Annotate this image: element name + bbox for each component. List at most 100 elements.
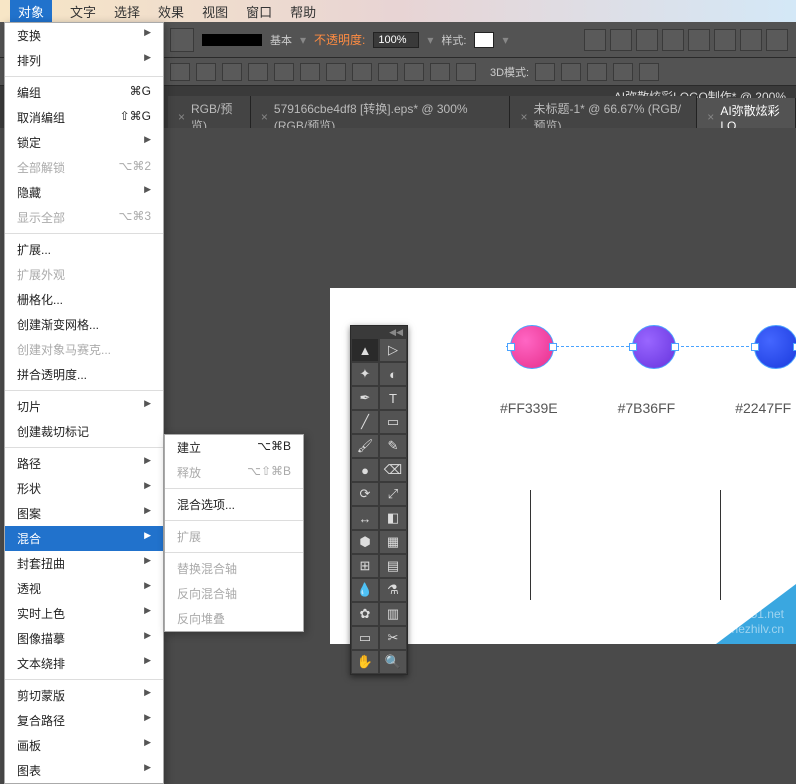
scale-tool-icon[interactable]: ⤢	[379, 482, 407, 506]
align-vcenter-icon[interactable]	[274, 63, 294, 81]
circle-object-2[interactable]	[632, 325, 676, 369]
slice-tool-icon[interactable]: ✂	[379, 626, 407, 650]
menu-effect[interactable]: 效果	[158, 2, 184, 21]
menu-select[interactable]: 选择	[114, 2, 140, 21]
3d-extrude-icon[interactable]	[535, 63, 555, 81]
tools-panel-header[interactable]: ◀◀	[351, 326, 407, 338]
menu-item[interactable]: 扩展...	[5, 237, 163, 262]
menu-item[interactable]: 形状	[5, 476, 163, 501]
menu-item[interactable]: 封套扭曲	[5, 551, 163, 576]
collapse-icon[interactable]: ◀◀	[389, 327, 403, 338]
rectangle-tool-icon[interactable]: ▭	[379, 410, 407, 434]
shape-builder-tool-icon[interactable]: ⬢	[351, 530, 379, 554]
line-tool-icon[interactable]: ╱	[351, 410, 379, 434]
symbol-sprayer-tool-icon[interactable]: ✿	[351, 602, 379, 626]
menu-item[interactable]: 复合路径	[5, 708, 163, 733]
zoom-tool-icon[interactable]: 🔍	[379, 650, 407, 674]
fill-swatch[interactable]	[170, 28, 194, 52]
grid-icon[interactable]	[714, 29, 736, 51]
stroke-style-label[interactable]: 基本	[270, 32, 292, 48]
align-hcenter-icon[interactable]	[196, 63, 216, 81]
blend-tool-icon[interactable]: ⚗	[379, 578, 407, 602]
menu-item[interactable]: 实时上色	[5, 601, 163, 626]
submenu-item[interactable]: 建立⌥⌘B	[165, 435, 303, 460]
menu-item[interactable]: 编组⌘G	[5, 80, 163, 105]
stroke-preview[interactable]	[202, 34, 262, 46]
pencil-tool-icon[interactable]: ✎	[379, 434, 407, 458]
align2-icon[interactable]	[688, 29, 710, 51]
blob-brush-tool-icon[interactable]: ●	[351, 458, 379, 482]
align-bottom-icon[interactable]	[300, 63, 320, 81]
preferences-icon[interactable]	[610, 29, 632, 51]
style-swatch[interactable]	[474, 32, 494, 48]
width-tool-icon[interactable]: ↔	[351, 506, 379, 530]
menu-item[interactable]: 画板	[5, 733, 163, 758]
circle-object-1[interactable]	[510, 325, 554, 369]
menu-item[interactable]: 透视	[5, 576, 163, 601]
menu-item[interactable]: 栅格化...	[5, 287, 163, 312]
close-icon[interactable]: ×	[261, 110, 268, 124]
menu-item[interactable]: 文本绕排	[5, 651, 163, 676]
menu-item[interactable]: 变换	[5, 23, 163, 48]
menu-item[interactable]: 图像描摹	[5, 626, 163, 651]
pathfinder-icon[interactable]	[378, 63, 398, 81]
3d-inflate-icon[interactable]	[613, 63, 633, 81]
3d-rotate-icon[interactable]	[587, 63, 607, 81]
close-icon[interactable]: ×	[707, 110, 714, 124]
eyedropper-tool-icon[interactable]: 💧	[351, 578, 379, 602]
arrange-icon[interactable]	[636, 29, 658, 51]
menu-view[interactable]: 视图	[202, 2, 228, 21]
opacity-input[interactable]	[373, 32, 419, 48]
rotate-tool-icon[interactable]: ⟳	[351, 482, 379, 506]
free-transform-tool-icon[interactable]: ◧	[379, 506, 407, 530]
gradient-tool-icon[interactable]: ▤	[379, 554, 407, 578]
distribute-v-icon[interactable]	[352, 63, 372, 81]
menu-item[interactable]: 混合	[5, 526, 163, 551]
brush-tool-icon[interactable]: 🖌	[351, 434, 379, 458]
close-icon[interactable]: ×	[520, 110, 527, 124]
menu-item[interactable]: 创建渐变网格...	[5, 312, 163, 337]
menu-item[interactable]: 排列	[5, 48, 163, 73]
menu-item[interactable]: 路径	[5, 451, 163, 476]
shape-mode-icon[interactable]	[404, 63, 424, 81]
isolate-icon[interactable]	[456, 63, 476, 81]
lasso-tool-icon[interactable]: ◐	[379, 362, 407, 386]
artboard-tool-icon[interactable]: ▭	[351, 626, 379, 650]
magic-wand-tool-icon[interactable]: ✦	[351, 362, 379, 386]
hand-tool-icon[interactable]: ✋	[351, 650, 379, 674]
align-right-icon[interactable]	[222, 63, 242, 81]
align-icon[interactable]	[662, 29, 684, 51]
align-top-icon[interactable]	[248, 63, 268, 81]
menu-item[interactable]: 隐藏	[5, 180, 163, 205]
mesh-tool-icon[interactable]: ⊞	[351, 554, 379, 578]
menu-item[interactable]: 拼合透明度...	[5, 362, 163, 387]
distribute-h-icon[interactable]	[326, 63, 346, 81]
menu-item[interactable]: 锁定	[5, 130, 163, 155]
view-icon[interactable]	[766, 29, 788, 51]
doc-setup-icon[interactable]	[584, 29, 606, 51]
menu-text[interactable]: 文字	[70, 2, 96, 21]
menu-item[interactable]: 取消编组⇧⌘G	[5, 105, 163, 130]
menu-item[interactable]: 图案	[5, 501, 163, 526]
menu-object[interactable]: 对象	[10, 0, 52, 24]
align-left-icon[interactable]	[170, 63, 190, 81]
perspective-grid-tool-icon[interactable]: ▦	[379, 530, 407, 554]
3d-materials-icon[interactable]	[639, 63, 659, 81]
3d-revolve-icon[interactable]	[561, 63, 581, 81]
transform-icon[interactable]	[430, 63, 450, 81]
menu-item[interactable]: 图表	[5, 758, 163, 783]
pen-tool-icon[interactable]: ✒	[351, 386, 379, 410]
snap-icon[interactable]	[740, 29, 762, 51]
circle-object-3[interactable]	[754, 325, 796, 369]
menu-window[interactable]: 窗口	[246, 2, 272, 21]
column-graph-tool-icon[interactable]: ▥	[379, 602, 407, 626]
type-tool-icon[interactable]: T	[379, 386, 407, 410]
submenu-item[interactable]: 混合选项...	[165, 492, 303, 517]
direct-selection-tool-icon[interactable]: ▷	[379, 338, 407, 362]
selection-tool-icon[interactable]: ▲	[351, 338, 379, 362]
menu-item[interactable]: 剪切蒙版	[5, 683, 163, 708]
menu-help[interactable]: 帮助	[290, 2, 316, 21]
menu-item[interactable]: 切片	[5, 394, 163, 419]
menu-item[interactable]: 创建裁切标记	[5, 419, 163, 444]
close-icon[interactable]: ×	[178, 110, 185, 124]
